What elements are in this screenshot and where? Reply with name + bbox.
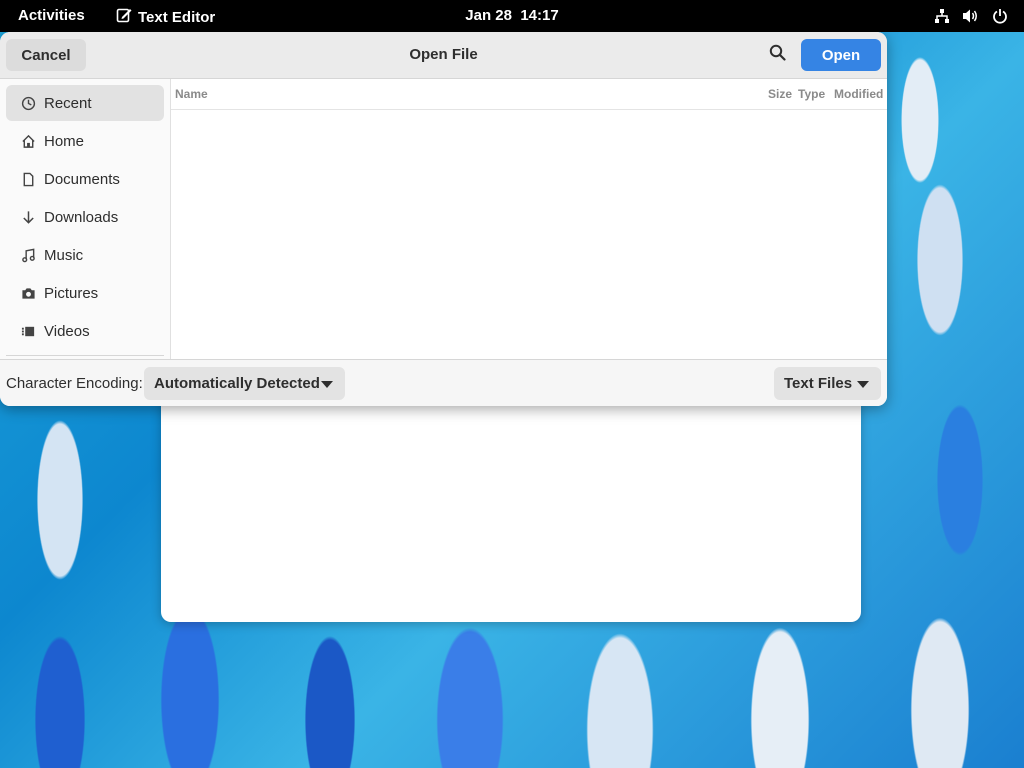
clock-date[interactable]: Jan 28 — [465, 7, 512, 24]
music-icon — [6, 248, 44, 263]
video-icon — [6, 324, 44, 339]
file-type-value: Text Files — [784, 375, 853, 392]
power-icon[interactable] — [992, 8, 1008, 24]
column-size[interactable]: Size — [768, 87, 792, 101]
sidebar-item-home[interactable]: Home — [6, 123, 164, 159]
sidebar-item-label: Videos — [44, 322, 90, 340]
encoding-label: Character Encoding: — [6, 375, 143, 392]
document-icon — [6, 172, 44, 187]
sidebar-item-videos[interactable]: Videos — [6, 313, 164, 349]
search-button[interactable] — [762, 42, 792, 68]
cancel-button[interactable]: Cancel — [6, 39, 86, 71]
column-name[interactable]: Name — [175, 87, 208, 101]
home-icon — [6, 134, 44, 149]
dialog-header: Cancel Open File Open — [0, 32, 887, 79]
column-modified[interactable]: Modified — [834, 87, 883, 101]
volume-icon[interactable] — [962, 8, 980, 24]
dialog-footer: Character Encoding: Automatically Detect… — [0, 359, 887, 406]
download-icon — [6, 210, 44, 225]
top-bar: Activities Text Editor Jan 28 14:17 — [0, 0, 1024, 32]
chevron-down-icon — [321, 381, 333, 388]
camera-icon — [6, 286, 44, 301]
app-menu[interactable]: Text Editor — [116, 7, 215, 27]
sidebar-item-label: Music — [44, 246, 84, 264]
sidebar-item-label: Pictures — [44, 284, 99, 302]
dialog-title: Open File — [409, 46, 478, 63]
file-list-header: Name Size Type Modified — [171, 79, 887, 110]
text-editor-icon — [116, 7, 132, 27]
sidebar-item-label: Documents — [44, 170, 120, 188]
sidebar-item-label: Downloads — [44, 208, 119, 226]
text-editor-window — [161, 400, 861, 622]
network-icon[interactable] — [934, 8, 950, 24]
encoding-value: Automatically Detected — [154, 375, 320, 392]
column-type[interactable]: Type — [798, 87, 825, 101]
open-button[interactable]: Open — [801, 39, 881, 71]
sidebar-item-documents[interactable]: Documents — [6, 161, 164, 197]
sidebar-item-downloads[interactable]: Downloads — [6, 199, 164, 235]
clock-icon — [6, 96, 44, 111]
places-sidebar: Recent Home Documents Downloads Music Pi… — [0, 79, 171, 359]
file-list[interactable]: Name Size Type Modified — [171, 79, 887, 359]
chevron-down-icon — [857, 381, 869, 388]
file-type-dropdown[interactable]: Text Files — [774, 367, 881, 400]
search-icon — [769, 44, 786, 66]
sidebar-item-music[interactable]: Music — [6, 237, 164, 273]
sidebar-item-recent[interactable]: Recent — [6, 85, 164, 121]
app-name: Text Editor — [138, 8, 216, 26]
clock-time[interactable]: 14:17 — [520, 7, 558, 24]
encoding-dropdown[interactable]: Automatically Detected — [144, 367, 345, 400]
sidebar-divider — [6, 355, 164, 356]
sidebar-item-label: Recent — [44, 94, 92, 112]
open-file-dialog: Cancel Open File Open Recent Home Docume — [0, 32, 887, 406]
sidebar-item-pictures[interactable]: Pictures — [6, 275, 164, 311]
system-tray[interactable] — [934, 8, 1008, 24]
activities-button[interactable]: Activities — [18, 7, 85, 24]
sidebar-item-label: Home — [44, 132, 85, 150]
